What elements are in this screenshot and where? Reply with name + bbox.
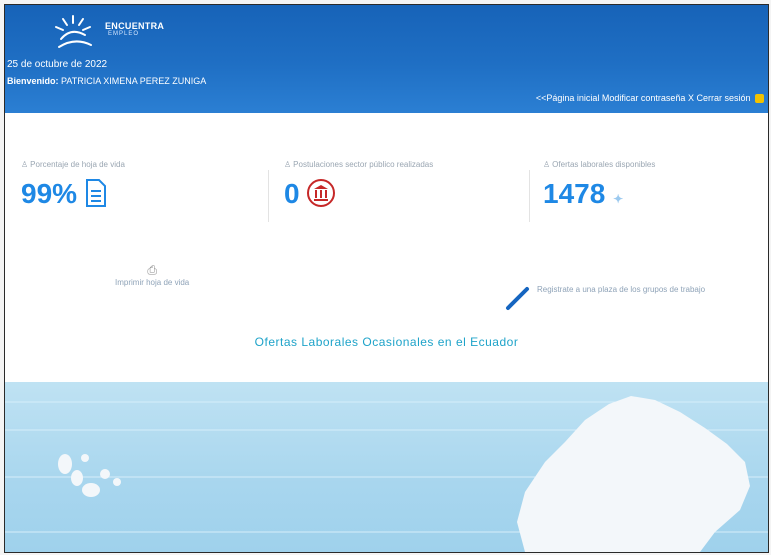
print-resume-action[interactable]: ⎙ Imprimir hoja de vida <box>115 263 189 287</box>
current-date: 25 de octubre de 2022 <box>7 59 108 70</box>
stat-divider <box>268 170 269 222</box>
header-bar: ENCUENTRA EMPLEO 25 de octubre de 2022 B… <box>5 5 768 113</box>
document-icon <box>85 179 106 207</box>
printer-icon: ⎙ <box>147 263 157 277</box>
mainland-ecuador <box>517 396 750 552</box>
stat-label: Ofertas laborales disponibles <box>543 160 655 169</box>
home-link[interactable]: <<Página inicial <box>536 93 600 103</box>
map-shapes <box>5 396 768 552</box>
print-resume-label: Imprimir hoja de vida <box>115 278 190 287</box>
pencil-icon <box>506 287 529 310</box>
logout-icon[interactable] <box>755 94 764 104</box>
logo-subtitle: EMPLEO <box>108 31 140 37</box>
user-name: PATRICIA XIMENA PEREZ ZUNIGA <box>61 76 207 86</box>
stat-label: Porcentaje de hoja de vida <box>21 160 125 169</box>
ecuador-map[interactable] <box>5 382 768 552</box>
welcome-line: Bienvenido: PATRICIA XIMENA PEREZ ZUNIGA <box>7 76 206 86</box>
stat-value: 0 <box>284 178 336 210</box>
register-group-action[interactable]: Registrate a una plaza de los grupos de … <box>505 283 715 310</box>
stat-divider <box>529 170 530 222</box>
stat-resume-percentage: Porcentaje de hoja de vida 99% <box>21 160 125 209</box>
top-nav-links: <<Página inicial Modificar contraseña X … <box>536 93 764 104</box>
stat-value: 99% <box>21 178 107 210</box>
institution-icon <box>307 179 336 207</box>
logo-title: ENCUENTRA <box>105 21 165 31</box>
galapagos-islands <box>58 454 121 497</box>
stat-public-applications: Postulaciones sector público realizadas … <box>284 160 433 209</box>
app-window: ENCUENTRA EMPLEO 25 de octubre de 2022 B… <box>4 4 769 553</box>
stat-available-offers: Ofertas laborales disponibles 1478 ✦ <box>543 160 655 209</box>
logout-link[interactable]: X Cerrar sesión <box>688 93 751 103</box>
change-password-link[interactable]: Modificar contraseña <box>602 93 686 103</box>
welcome-label: Bienvenido: <box>7 76 59 86</box>
section-title: Ofertas Laborales Ocasionales en el Ecua… <box>254 335 519 349</box>
register-group-label: Registrate a una plaza de los grupos de … <box>537 285 706 294</box>
stat-label: Postulaciones sector público realizadas <box>284 160 433 169</box>
sparkle-icon: ✦ <box>613 192 624 206</box>
stat-value: 1478 ✦ <box>543 178 624 209</box>
